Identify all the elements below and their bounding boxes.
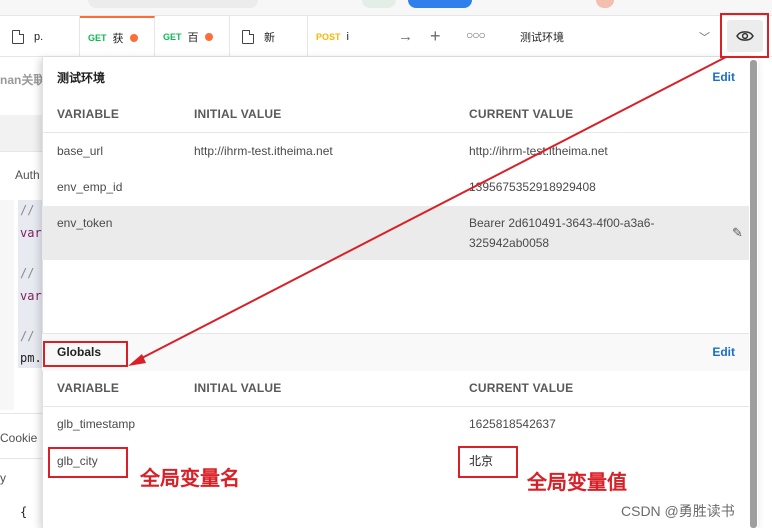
current-value[interactable]: 1395675352918929408 bbox=[469, 177, 596, 197]
annotation-label-variable-name: 全局变量名 bbox=[140, 466, 240, 490]
variable-name: env_emp_id bbox=[57, 180, 123, 194]
arrow-right-icon[interactable]: → bbox=[398, 28, 413, 45]
add-tab-icon[interactable]: + bbox=[430, 26, 441, 47]
globals-section-header: Globals Edit bbox=[42, 332, 749, 372]
initial-value: http://ihrm-test.itheima.net bbox=[194, 144, 333, 158]
divider bbox=[42, 132, 749, 133]
current-value[interactable]: 1625818542637 bbox=[469, 414, 556, 434]
current-value-line-1[interactable]: Bearer 2d610491-3643-4f00-a3a6- bbox=[469, 213, 654, 233]
authorization-tab-fragment[interactable]: Auth bbox=[15, 168, 40, 182]
annotation-box-eye-button bbox=[720, 13, 769, 58]
tab-label: i bbox=[346, 30, 349, 43]
environment-title: 测试环境 bbox=[57, 70, 106, 85]
request-tab-bar: p. GET 获 GET 百 新 POST i → + ○○○ 测试环境 ﹀ bbox=[0, 16, 772, 57]
tab-label: p. bbox=[34, 30, 44, 43]
method-badge: GET bbox=[163, 31, 182, 42]
method-badge: POST bbox=[316, 31, 341, 42]
more-options-icon[interactable]: ○○○ bbox=[466, 28, 486, 42]
column-header-current-value: CURRENT VALUE bbox=[469, 107, 574, 121]
divider bbox=[42, 406, 749, 407]
environment-selector[interactable]: 测试环境 ﹀ bbox=[508, 16, 718, 57]
annotation-box-globals bbox=[43, 341, 128, 367]
search-bar-fragment[interactable] bbox=[88, 0, 258, 8]
current-value-line-2[interactable]: 325942ab0058 bbox=[469, 233, 549, 253]
annotation-box-variable-value bbox=[458, 446, 518, 478]
body-tab-fragment[interactable]: y bbox=[0, 471, 6, 485]
code-line: pm. bbox=[20, 351, 42, 365]
response-brace-fragment: { bbox=[20, 505, 28, 519]
tab-label: 百 bbox=[187, 31, 199, 44]
cookies-link-fragment[interactable]: Cookie bbox=[0, 431, 37, 445]
tab-request-3[interactable]: GET 百 bbox=[155, 16, 230, 57]
header-badge-fragment bbox=[362, 0, 396, 8]
document-icon bbox=[12, 29, 24, 44]
divider bbox=[0, 413, 42, 414]
code-line: var bbox=[20, 226, 42, 240]
tab-request-4[interactable]: 新 bbox=[230, 16, 308, 57]
column-header-current-value: CURRENT VALUE bbox=[469, 381, 574, 395]
edit-environment-link[interactable]: Edit bbox=[712, 70, 735, 84]
pencil-edit-icon[interactable]: ✎ bbox=[732, 225, 743, 241]
code-line: // bbox=[20, 329, 35, 343]
code-line: var bbox=[20, 289, 42, 303]
environment-quick-look-popover bbox=[42, 57, 758, 528]
annotation-label-variable-value: 全局变量值 bbox=[527, 470, 627, 494]
app-header-strip bbox=[0, 0, 772, 16]
tab-label: 新 bbox=[264, 31, 275, 44]
watermark: CSDN @勇胜读书 bbox=[621, 503, 735, 519]
variable-name: glb_timestamp bbox=[57, 417, 136, 431]
column-header-variable: VARIABLE bbox=[57, 107, 120, 121]
current-value[interactable]: http://ihrm-test.itheima.net bbox=[469, 141, 608, 161]
header-button-fragment[interactable] bbox=[408, 0, 472, 8]
code-line: // bbox=[20, 266, 35, 280]
variable-name: env_token bbox=[57, 216, 113, 230]
method-badge: GET bbox=[88, 32, 107, 43]
url-bar-fragment[interactable] bbox=[0, 115, 42, 151]
tab-request-2[interactable]: GET 获 bbox=[80, 16, 155, 57]
annotation-box-variable-name bbox=[48, 447, 128, 478]
chevron-down-icon: ﹀ bbox=[699, 32, 710, 44]
divider bbox=[0, 458, 42, 459]
document-icon bbox=[242, 29, 254, 44]
collection-name-fragment: nan关联 bbox=[0, 73, 46, 87]
unsaved-dot-icon bbox=[129, 33, 138, 42]
column-header-initial-value: INITIAL VALUE bbox=[194, 381, 282, 395]
tab-label: 获 bbox=[112, 32, 124, 45]
unsaved-dot-icon bbox=[204, 32, 213, 41]
code-line: // bbox=[20, 203, 35, 217]
tab-request-1[interactable]: p. bbox=[0, 16, 80, 57]
edit-globals-link[interactable]: Edit bbox=[712, 345, 735, 359]
popover-scrollbar[interactable] bbox=[750, 60, 757, 528]
tab-request-5[interactable]: POST i bbox=[308, 16, 384, 57]
column-header-variable: VARIABLE bbox=[57, 381, 120, 395]
code-gutter bbox=[0, 200, 14, 410]
column-header-initial-value: INITIAL VALUE bbox=[194, 107, 282, 121]
environment-section-header: 测试环境 Edit bbox=[42, 57, 749, 97]
environment-selected-label: 测试环境 bbox=[520, 31, 564, 44]
divider bbox=[0, 151, 42, 152]
avatar[interactable] bbox=[596, 0, 614, 8]
variable-name: base_url bbox=[57, 144, 104, 158]
